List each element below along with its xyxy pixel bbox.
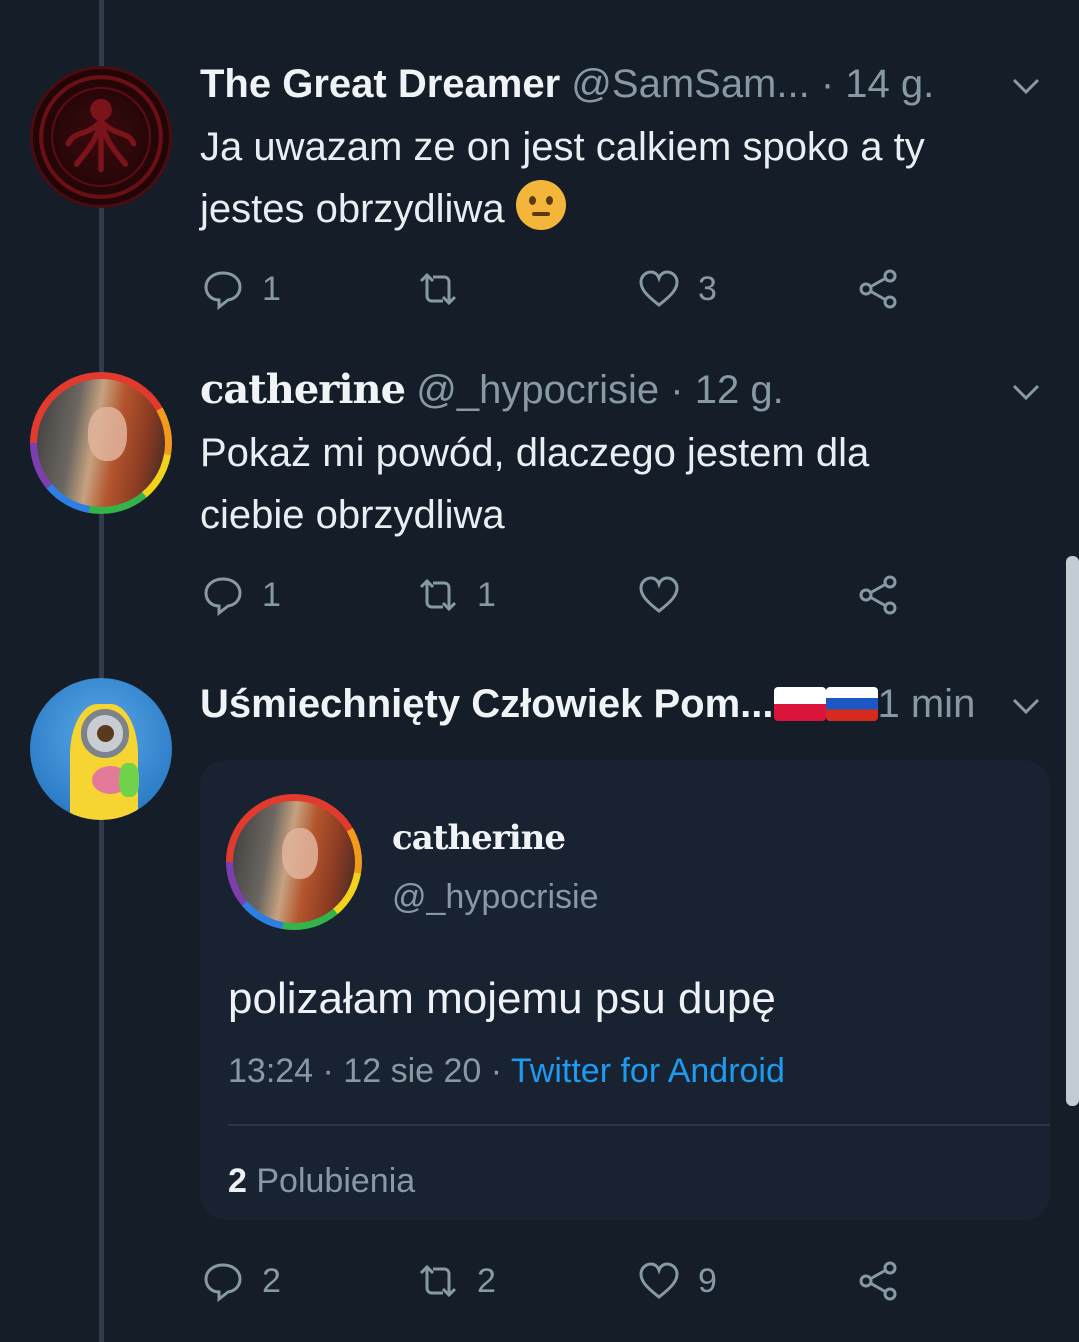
reply-button[interactable]: 1	[200, 570, 281, 620]
tweet-header: catherine @_hypocrisie · 12 g.	[200, 366, 784, 414]
reply-button[interactable]: 2	[200, 1256, 281, 1306]
display-name[interactable]: Uśmiechnięty Człowiek Pom...	[200, 682, 774, 726]
avatar[interactable]	[30, 372, 172, 514]
quoted-timestamp: 13:24 · 12 sie 20 ·	[228, 1052, 511, 1090]
timestamp: · 14 g.	[820, 62, 935, 106]
chevron-down-icon[interactable]	[1006, 376, 1046, 406]
handle[interactable]: @SamSam...	[571, 62, 809, 106]
avatar[interactable]	[30, 678, 172, 820]
retweet-button[interactable]: 2	[415, 1256, 496, 1306]
quoted-likes-label: Polubienia	[256, 1162, 416, 1200]
like-button[interactable]: 3	[636, 264, 717, 314]
reply-count: 1	[262, 269, 281, 308]
quoted-text: polizałam mojemu psu dupę	[228, 974, 776, 1023]
retweet-icon	[419, 1264, 457, 1298]
reply-count: 1	[262, 575, 281, 614]
chevron-down-icon[interactable]	[1006, 690, 1046, 720]
retweet-count: 1	[477, 575, 496, 614]
like-icon	[639, 576, 679, 613]
flag-poland-icon	[773, 687, 826, 721]
share-button[interactable]	[856, 264, 918, 314]
like-button[interactable]: 9	[636, 1256, 717, 1306]
display-name[interactable]: The Great Dreamer	[200, 62, 560, 106]
flag-russia-icon	[825, 687, 878, 721]
share-button[interactable]	[856, 1256, 918, 1306]
share-icon	[859, 575, 897, 615]
handle[interactable]: @_hypocrisie	[416, 368, 659, 412]
reply-button[interactable]: 1	[200, 264, 281, 314]
timestamp: 1 min	[877, 682, 976, 726]
reply-icon	[204, 271, 242, 311]
reply-icon	[204, 577, 242, 617]
like-icon	[639, 270, 679, 307]
like-count: 9	[698, 1261, 717, 1300]
tweet-text: Pokaż mi powód, dlaczego jestem dla cieb…	[200, 431, 870, 537]
tweet-header: Uśmiechnięty Człowiek Pom... 1 min	[200, 680, 975, 728]
action-bar: 1 3	[200, 264, 1020, 314]
reply-count: 2	[262, 1261, 281, 1300]
retweet-icon	[419, 272, 457, 306]
share-icon	[859, 269, 897, 309]
quoted-meta: 13:24 · 12 sie 20 · Twitter for Android	[228, 1052, 785, 1091]
retweet-button[interactable]	[415, 264, 477, 314]
tweet-header: The Great Dreamer @SamSam... · 14 g.	[200, 60, 934, 108]
retweet-icon	[419, 578, 457, 612]
quoted-display-name: catherine	[392, 818, 566, 858]
retweet-button[interactable]: 1	[415, 570, 496, 620]
scrollbar[interactable]	[1066, 556, 1079, 1106]
avatar[interactable]	[30, 66, 172, 208]
quoted-avatar	[226, 794, 362, 930]
like-icon	[639, 1262, 679, 1299]
quoted-source-link[interactable]: Twitter for Android	[511, 1052, 785, 1090]
retweet-count: 2	[477, 1261, 496, 1300]
quoted-likes[interactable]: 2 Polubienia	[228, 1162, 415, 1201]
share-button[interactable]	[856, 570, 918, 620]
quoted-likes-count: 2	[228, 1162, 247, 1200]
tweet-text: Ja uwazam ze on jest calkiem spoko a ty …	[200, 125, 925, 231]
display-name[interactable]: catherine	[200, 366, 406, 413]
share-icon	[859, 1261, 897, 1301]
action-bar: 1 1	[200, 570, 1020, 620]
quoted-handle: @_hypocrisie	[392, 878, 599, 916]
reply-icon	[204, 1263, 242, 1303]
thinking-face-icon	[515, 180, 566, 230]
chevron-down-icon[interactable]	[1006, 70, 1046, 100]
like-button[interactable]	[636, 570, 698, 620]
like-count: 3	[698, 269, 717, 308]
timestamp: · 12 g.	[670, 368, 784, 412]
quoted-tweet[interactable]: catherine @_hypocrisie polizałam mojemu …	[200, 760, 1050, 1220]
divider	[228, 1124, 1050, 1126]
action-bar: 2 2 9	[200, 1256, 1020, 1306]
